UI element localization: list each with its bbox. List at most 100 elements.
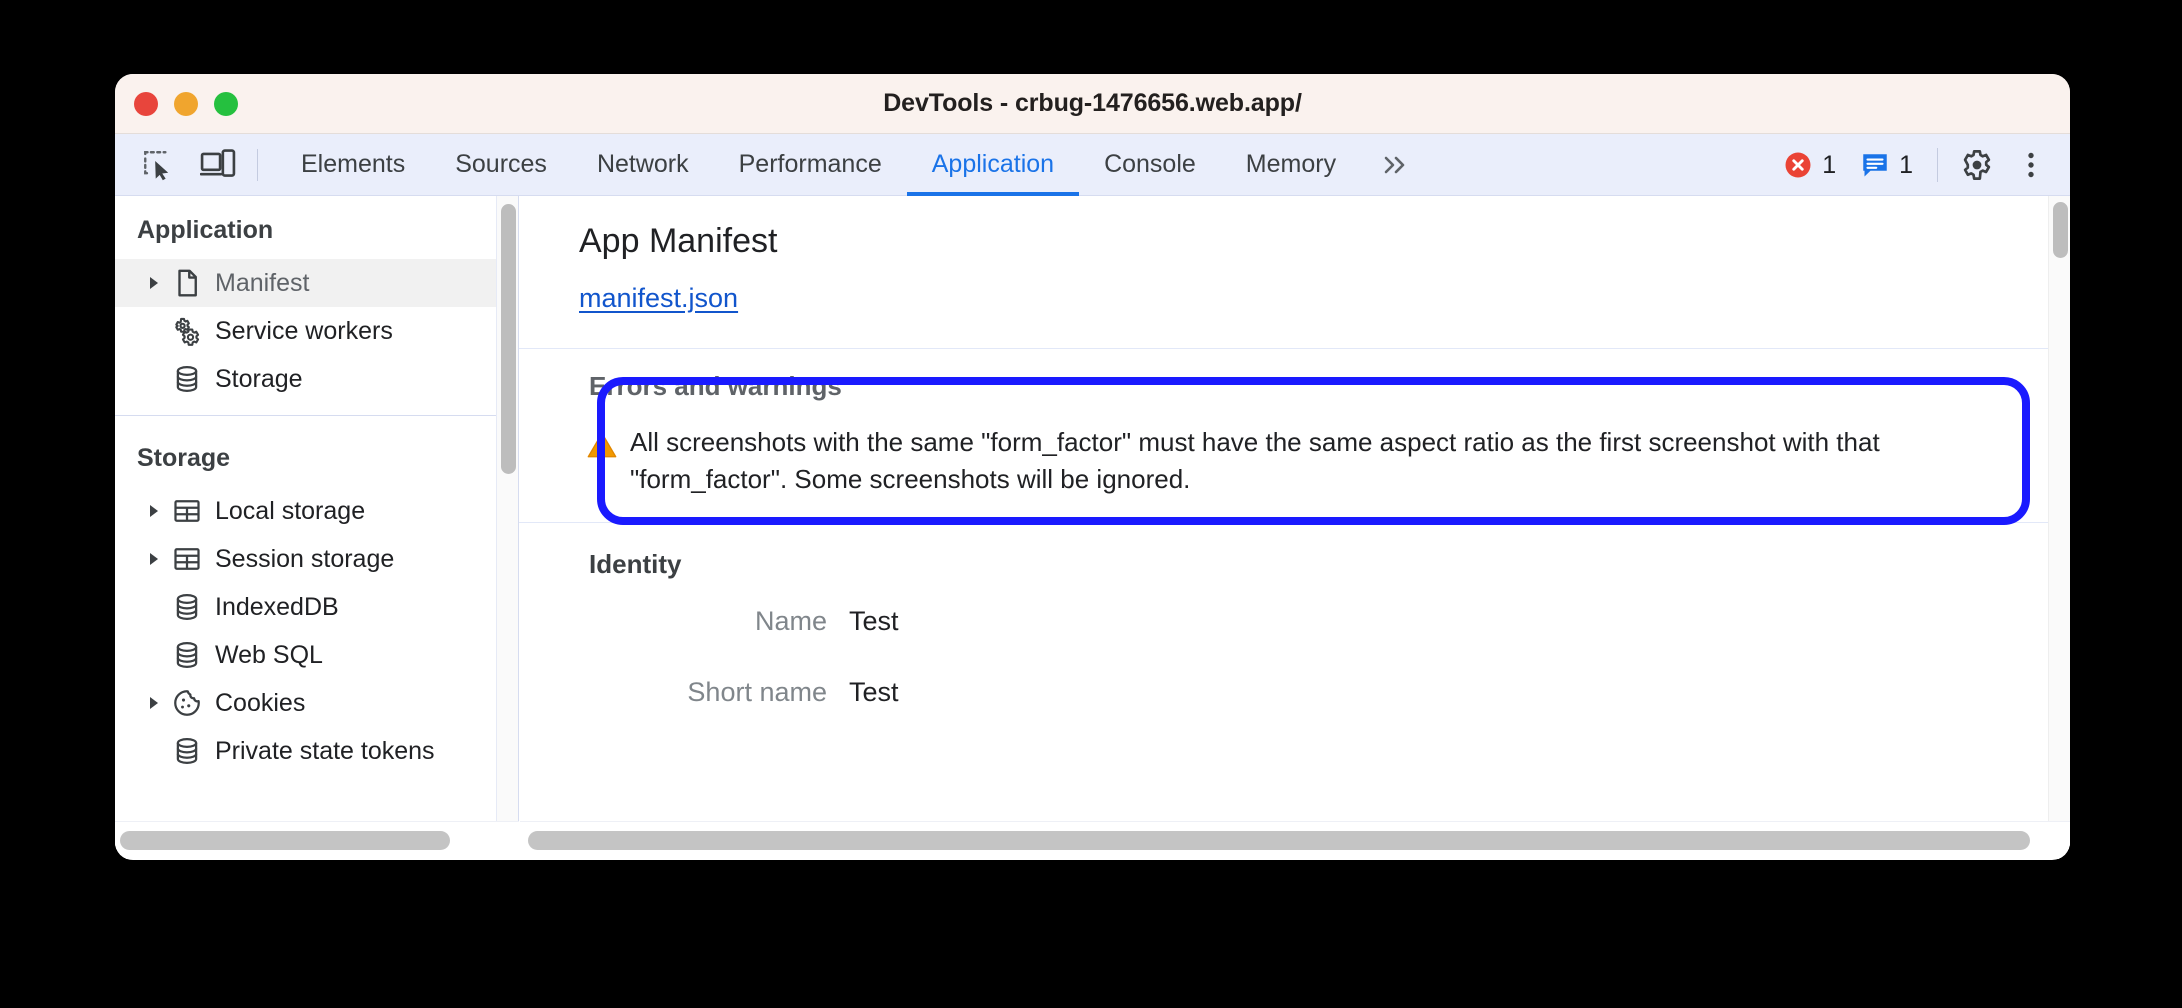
error-count: 1 xyxy=(1822,150,1837,179)
sidebar-item-label: Service workers xyxy=(215,316,393,345)
inspect-element-button[interactable] xyxy=(131,141,185,189)
warning-item: All screenshots with the same "form_fact… xyxy=(519,424,2048,498)
sidebar-group-title-storage: Storage xyxy=(137,444,231,472)
sidebar-hscrollbar-thumb[interactable] xyxy=(120,831,450,850)
document-icon xyxy=(167,268,207,298)
table-icon xyxy=(167,544,207,574)
device-toolbar-icon xyxy=(200,148,236,177)
identity-field-short-name: Short name Test xyxy=(519,677,2048,748)
tab-label: Sources xyxy=(455,150,547,178)
field-value: Test xyxy=(849,605,899,636)
tab-label: Network xyxy=(596,150,689,178)
sidebar-group-title-application: Application xyxy=(137,216,274,244)
sidebar-item-label: Session storage xyxy=(215,544,395,573)
gear-icon xyxy=(1963,150,1991,180)
field-label: Name xyxy=(754,605,827,636)
sidebar-item-service-workers[interactable]: Service workers xyxy=(115,307,518,355)
inspect-element-icon xyxy=(144,150,169,180)
maximize-window-button[interactable] xyxy=(214,92,238,116)
field-label: Short name xyxy=(687,676,827,707)
tab-performance[interactable]: Performance xyxy=(714,134,907,196)
main-scrollbar-thumb[interactable] xyxy=(2053,202,2068,258)
identity-section: Identity Name Test Short name Test xyxy=(519,523,2048,758)
panel-tabs: Elements Sources Network Performance App… xyxy=(276,134,1427,196)
application-sidebar: Application Manifest Service workers Sto… xyxy=(115,196,519,859)
sidebar-horizontal-scrollbar[interactable] xyxy=(115,821,519,859)
tab-sources[interactable]: Sources xyxy=(430,134,572,196)
sidebar-vertical-scrollbar[interactable] xyxy=(496,196,518,859)
error-circle-icon xyxy=(1785,152,1811,178)
sidebar-item-cookies[interactable]: Cookies xyxy=(115,679,518,727)
sidebar-item-manifest[interactable]: Manifest xyxy=(115,259,518,307)
sidebar-scrollbar-thumb[interactable] xyxy=(501,204,516,474)
settings-button[interactable] xyxy=(1952,141,2002,189)
toolbar-divider xyxy=(257,148,258,181)
sidebar-item-label: Cookies xyxy=(215,688,306,717)
manifest-panel: App Manifest manifest.json Errors and wa… xyxy=(519,196,2070,859)
screenshot-root: DevTools - crbug-1476656.web.app/ Elemen… xyxy=(0,0,2182,1008)
sidebar-item-label: Storage xyxy=(215,364,303,393)
expand-triangle-icon[interactable] xyxy=(141,551,167,567)
kebab-menu-icon xyxy=(2028,152,2034,178)
window-controls xyxy=(134,74,238,134)
sidebar-item-label: IndexedDB xyxy=(215,592,339,621)
tab-label: Memory xyxy=(1245,150,1337,178)
minimize-window-button[interactable] xyxy=(174,92,198,116)
expand-triangle-icon[interactable] xyxy=(141,275,167,291)
main-hscrollbar-thumb[interactable] xyxy=(528,831,2030,850)
tab-memory[interactable]: Memory xyxy=(1221,134,1361,196)
devtools-body: Application Manifest Service workers Sto… xyxy=(115,196,2070,859)
message-bubble-icon xyxy=(1863,154,1887,177)
manifest-header-section: App Manifest manifest.json xyxy=(519,196,2048,349)
message-count-badge[interactable]: 1 xyxy=(1850,150,1923,180)
database-icon xyxy=(167,736,207,766)
tab-label: Elements xyxy=(301,150,406,178)
errors-and-warnings-section: Errors and warnings All screenshots with… xyxy=(519,349,2048,523)
tab-elements[interactable]: Elements xyxy=(276,134,430,196)
expand-triangle-icon[interactable] xyxy=(141,695,167,711)
table-icon xyxy=(167,496,207,526)
sidebar-item-storage[interactable]: Storage xyxy=(115,355,518,403)
sidebar-content: Application Manifest Service workers Sto… xyxy=(115,196,518,859)
main-vertical-scrollbar[interactable] xyxy=(2048,196,2070,859)
more-options-button[interactable] xyxy=(2006,141,2056,189)
tab-label: Application xyxy=(931,150,1055,178)
error-count-badge[interactable]: 1 xyxy=(1773,150,1846,180)
close-window-button[interactable] xyxy=(134,92,158,116)
sidebar-item-web-sql[interactable]: Web SQL xyxy=(115,631,518,679)
errors-section-title: Errors and warnings xyxy=(589,371,842,401)
tab-label: Console xyxy=(1104,150,1196,178)
sidebar-item-local-storage[interactable]: Local storage xyxy=(115,487,518,535)
toolbar-divider-right xyxy=(1937,148,1938,182)
tab-label: Performance xyxy=(738,150,882,178)
chevron-double-right-icon xyxy=(1384,156,1405,173)
sidebar-item-label: Local storage xyxy=(215,496,366,525)
toolbar-right-icons: 1 1 xyxy=(1773,134,2056,196)
database-icon xyxy=(167,592,207,622)
device-toolbar-button[interactable] xyxy=(191,141,245,189)
manifest-json-link[interactable]: manifest.json xyxy=(579,283,738,313)
sidebar-item-session-storage[interactable]: Session storage xyxy=(115,535,518,583)
devtools-toolbar: Elements Sources Network Performance App… xyxy=(115,134,2070,196)
sidebar-item-label: Web SQL xyxy=(215,640,323,669)
field-value: Test xyxy=(849,676,899,707)
sidebar-item-private-state-tokens[interactable]: Private state tokens xyxy=(115,727,518,775)
warning-message: All screenshots with the same "form_fact… xyxy=(630,427,1880,494)
main-horizontal-scrollbar[interactable] xyxy=(520,821,2070,859)
sidebar-item-indexeddb[interactable]: IndexedDB xyxy=(115,583,518,631)
tab-console[interactable]: Console xyxy=(1079,134,1221,196)
sidebar-item-label: Manifest xyxy=(215,268,310,297)
tab-application[interactable]: Application xyxy=(906,134,1080,196)
expand-triangle-icon[interactable] xyxy=(141,503,167,519)
identity-section-title: Identity xyxy=(589,548,682,579)
identity-field-name: Name Test xyxy=(519,606,2048,677)
page-title: App Manifest xyxy=(579,222,778,260)
manifest-scroll-area: App Manifest manifest.json Errors and wa… xyxy=(519,196,2048,859)
window-title: DevTools - crbug-1476656.web.app/ xyxy=(883,89,1302,117)
database-icon xyxy=(167,640,207,670)
cookie-icon xyxy=(167,688,207,718)
more-tabs-button[interactable] xyxy=(1361,134,1427,196)
devtools-window: DevTools - crbug-1476656.web.app/ Elemen… xyxy=(115,74,2070,860)
message-count: 1 xyxy=(1899,150,1913,179)
tab-network[interactable]: Network xyxy=(572,134,714,196)
